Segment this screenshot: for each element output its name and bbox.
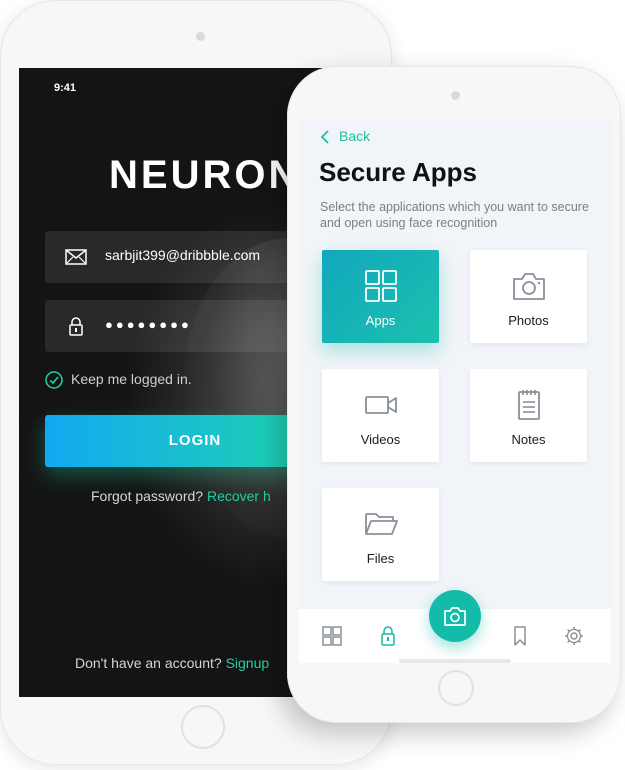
home-button[interactable] [181,705,225,749]
chevron-left-icon [320,130,329,144]
signup-row: Don't have an account? Signup [75,655,269,671]
email-value: sarbjit399@dribbble.com [105,247,261,263]
home-button[interactable] [438,670,474,706]
camera-fab-button[interactable] [429,590,481,642]
tile-files[interactable]: Files [322,488,439,581]
notes-icon [518,390,540,420]
tile-label: Videos [360,432,401,447]
tile-label: Notes [511,432,546,447]
keep-logged-in-checkbox[interactable]: Keep me logged in. [45,371,192,390]
grid-icon[interactable] [321,626,343,646]
brand-main: NEURON [109,153,301,197]
forgot-password-text: Forgot password? [91,488,204,504]
check-circle-icon [45,371,63,390]
lock-icon[interactable] [377,626,399,646]
folder-icon [365,513,398,535]
bookmark-icon[interactable] [509,626,531,646]
back-button[interactable]: Back [319,128,370,145]
tile-notes[interactable]: Notes [470,369,587,462]
grid-icon [365,270,397,302]
page-subtitle: Select the applications which you want t… [320,200,589,230]
mail-icon [65,249,87,265]
video-icon [365,396,397,414]
tile-apps[interactable]: Apps [322,250,439,343]
speaker [196,32,205,41]
status-time: 9:41 [54,82,77,94]
password-value: ●●●●●●●● [105,317,192,332]
page-title: Secure Apps [319,157,477,187]
tile-label: Photos [508,313,549,328]
lock-icon [69,317,83,336]
keep-logged-in-label: Keep me logged in. [71,371,192,387]
settings-icon[interactable] [563,626,585,646]
camera-icon [444,607,466,626]
tile-photos[interactable]: Photos [470,250,587,343]
home-indicator [399,659,511,663]
signup-link[interactable]: Signup [226,655,270,671]
speaker [451,91,460,100]
back-label: Back [339,128,371,144]
no-account-text: Don't have an account? [75,655,222,671]
recover-link[interactable]: Recover h [207,488,271,504]
tile-label: Apps [365,313,396,328]
tile-label: Files [366,551,395,566]
forgot-password-row: Forgot password? Recover h [91,488,271,504]
camera-icon [513,273,545,300]
tile-videos[interactable]: Videos [322,369,439,462]
secure-apps-screen: Back Secure Apps Select the applications… [299,119,611,663]
phone-frame-front: Back Secure Apps Select the applications… [287,66,621,723]
